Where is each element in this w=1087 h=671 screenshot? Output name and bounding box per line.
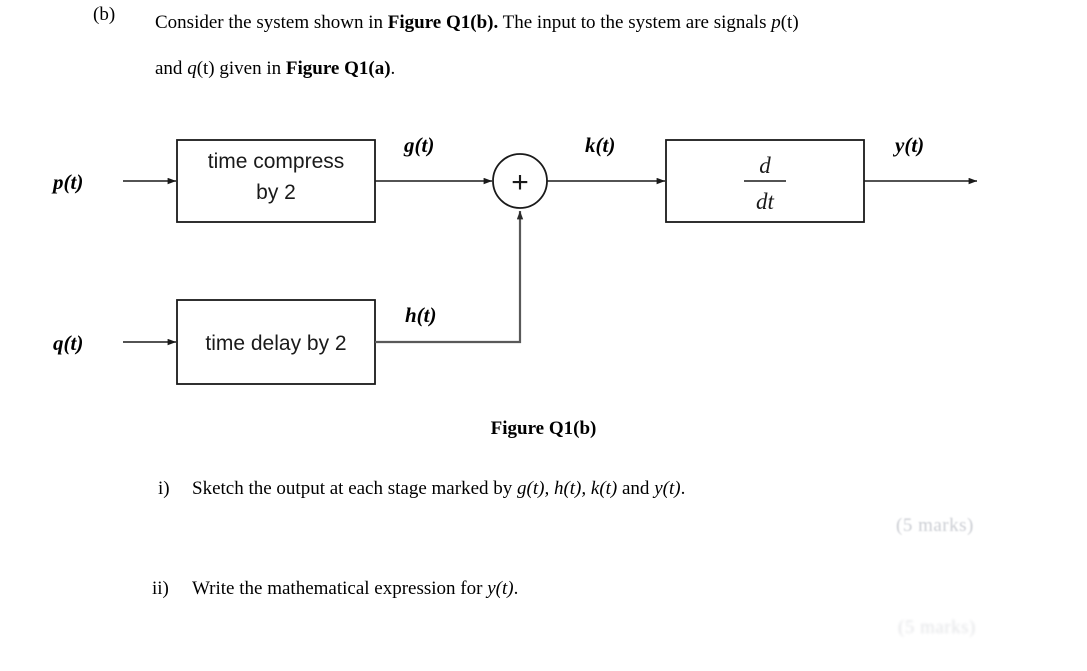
subquestion-i-marks: (5 marks) xyxy=(896,515,974,536)
block-time-compress-label-line1: time compress xyxy=(208,150,345,173)
subq-i-var-last: y(t) xyxy=(654,478,681,499)
subq-i-mid: and xyxy=(617,478,655,499)
derivative-denominator: dt xyxy=(756,189,775,214)
subq-ii-post: . xyxy=(513,578,519,599)
subq-ii-pre: Write the mathematical expression for xyxy=(192,578,488,599)
signal-label-g: g(t) xyxy=(403,133,434,157)
sum-plus-symbol: + xyxy=(511,166,529,199)
input-label-p: p(t) xyxy=(51,170,83,194)
derivative-numerator: d xyxy=(759,153,771,178)
subquestion-i-marker: i) xyxy=(158,478,170,499)
block-diagram: p(t) time compress by 2 g(t) + k(t) d dt… xyxy=(51,133,978,385)
figure-caption: Figure Q1(b) xyxy=(490,418,597,439)
subquestion-ii-text: Write the mathematical expression for y(… xyxy=(192,578,518,600)
input-label-q: q(t) xyxy=(53,331,83,355)
output-label-y: y(t) xyxy=(892,133,924,157)
exam-page: (b) Consider the system shown in Figure … xyxy=(0,0,1087,671)
signal-label-h: h(t) xyxy=(405,303,437,327)
subq-i-pre: Sketch the output at each stage marked b… xyxy=(192,478,518,499)
wire-h-to-sum xyxy=(375,210,524,344)
block-time-compress-label-line2: by 2 xyxy=(256,181,296,204)
block-time-delay-label: time delay by 2 xyxy=(205,332,346,355)
signal-label-k: k(t) xyxy=(585,133,615,157)
subq-ii-var-last: y(t) xyxy=(487,578,514,599)
subq-i-post: . xyxy=(680,478,686,499)
subquestion-i-text: Sketch the output at each stage marked b… xyxy=(192,478,685,500)
subquestion-ii-marker: ii) xyxy=(152,578,169,599)
subq-i-vars: g(t), h(t), k(t) xyxy=(517,478,618,499)
subquestion-ii-marks: (5 marks) xyxy=(898,617,976,638)
